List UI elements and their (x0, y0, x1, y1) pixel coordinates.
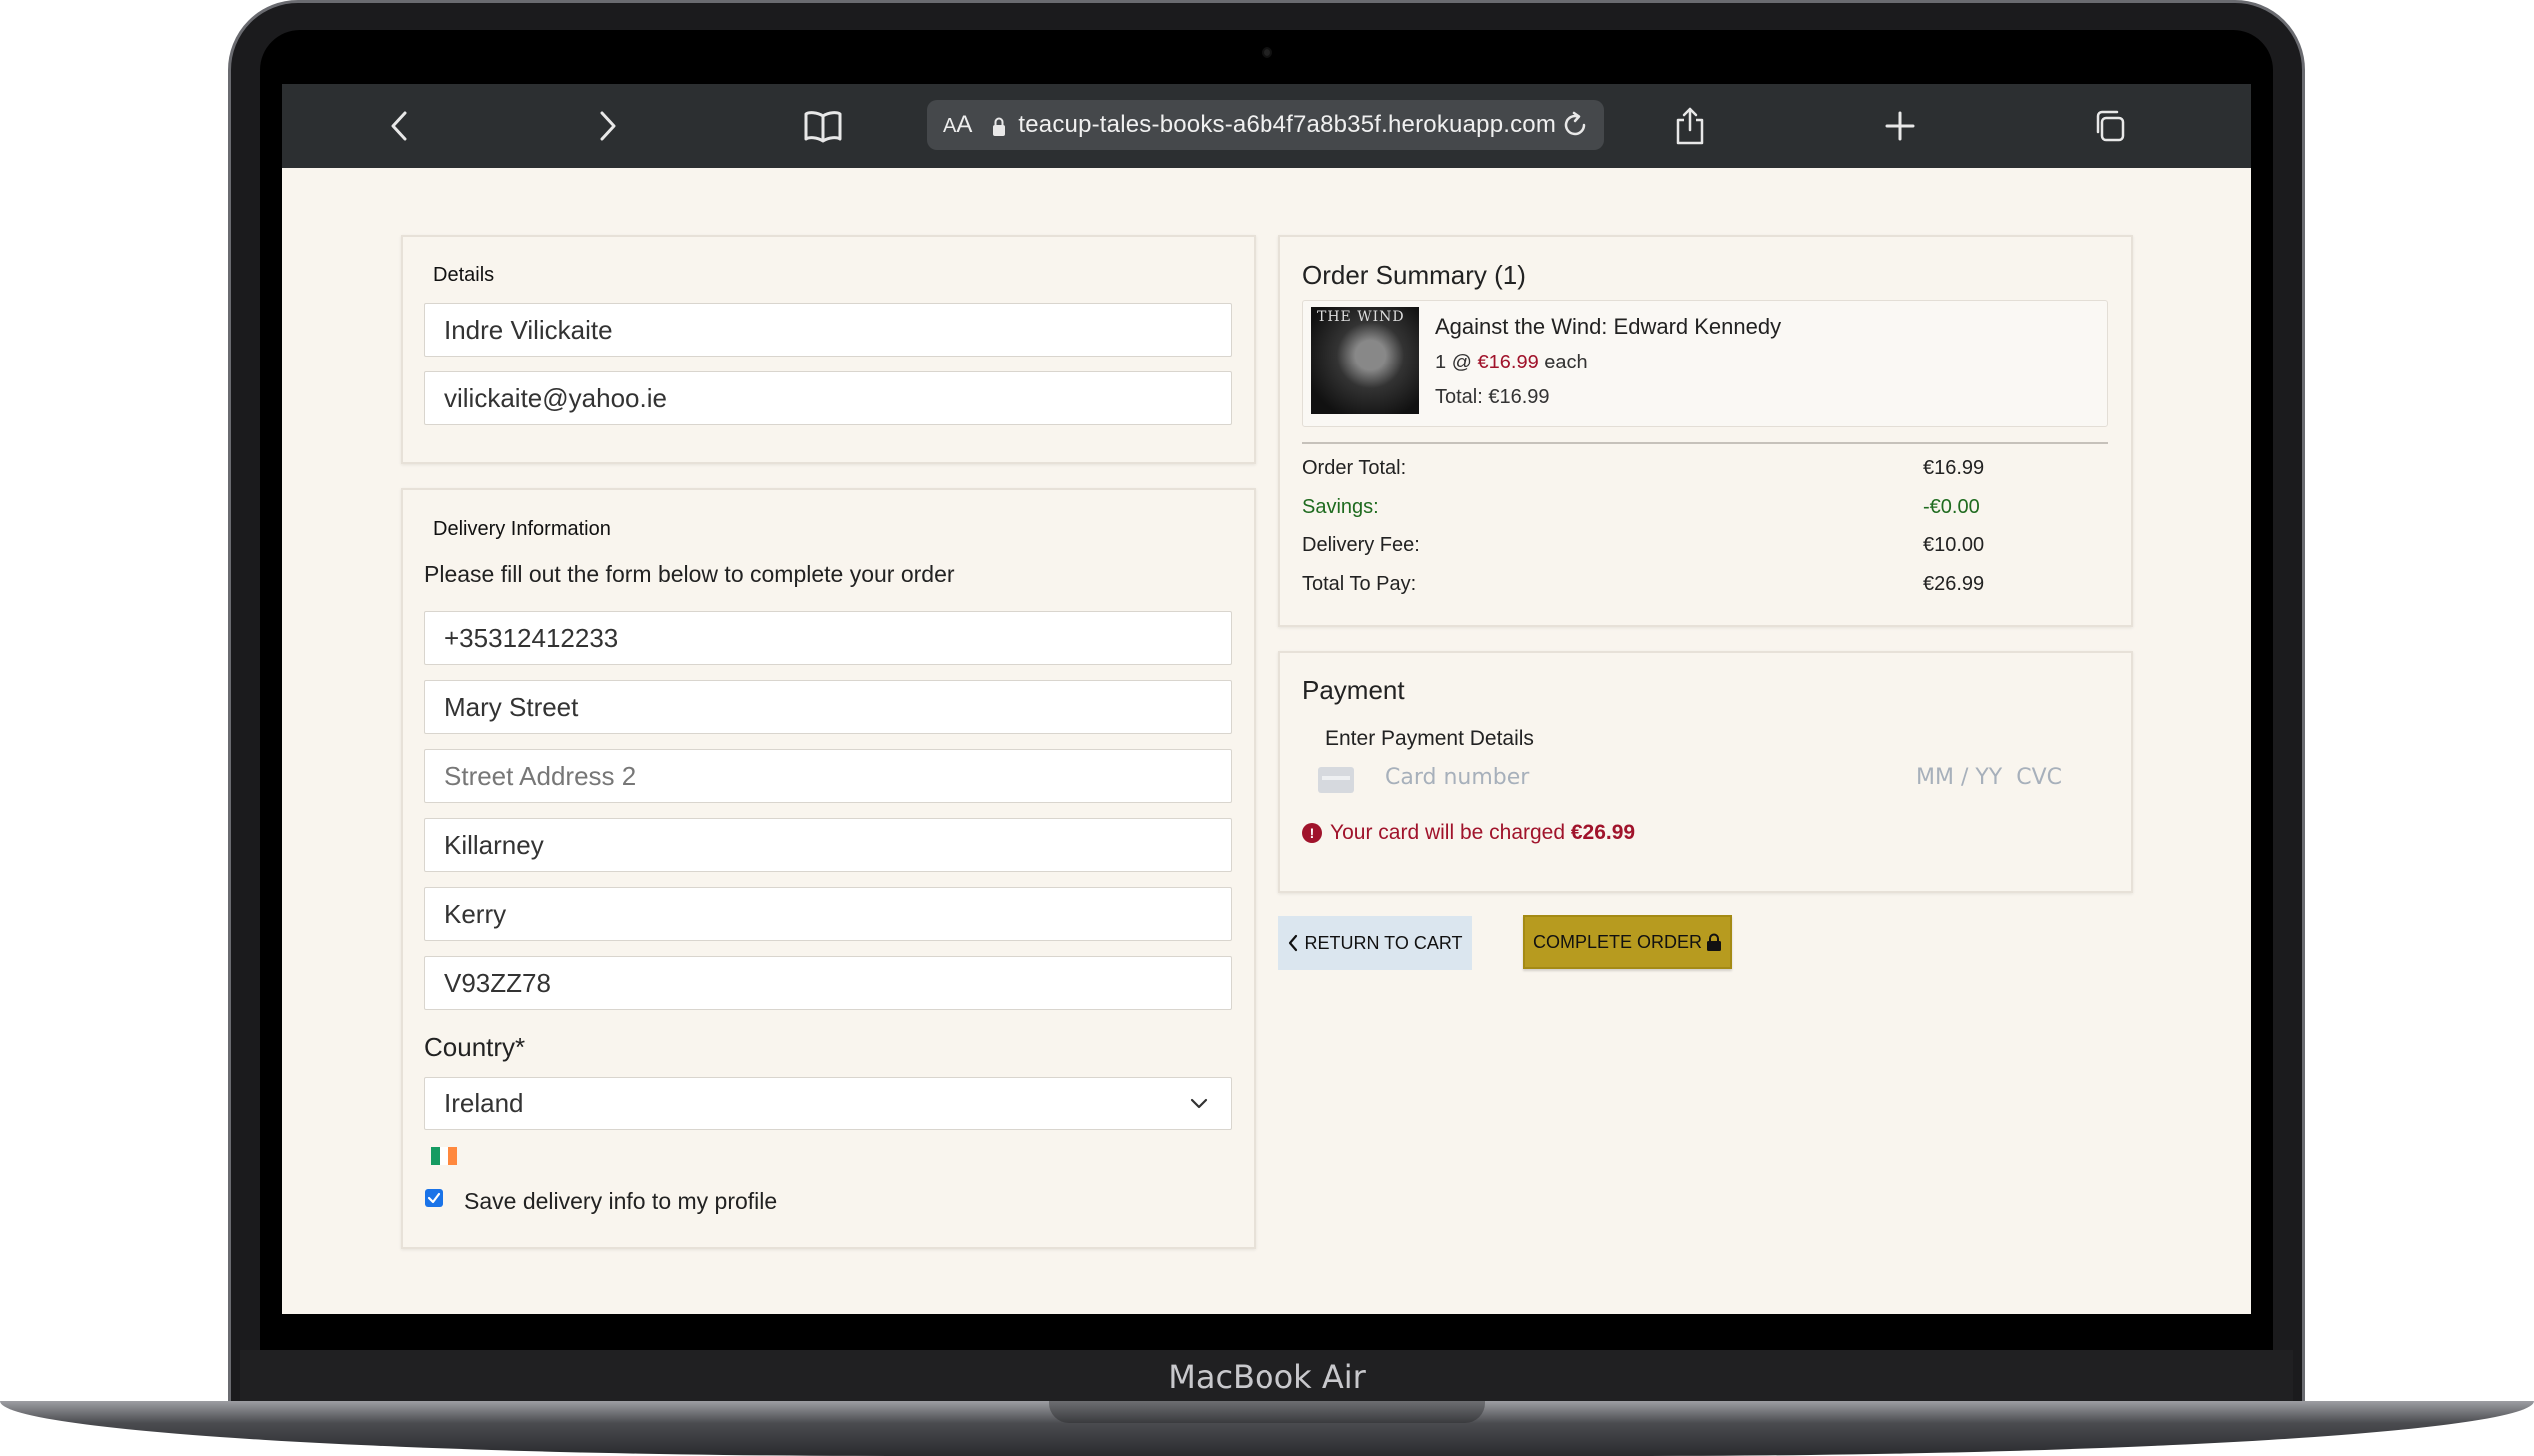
total-to-pay-label: Total To Pay: (1302, 573, 1417, 595)
chevron-left-icon (1289, 934, 1298, 952)
lock-icon (1707, 933, 1722, 951)
country-select-value: Ireland (444, 1088, 524, 1118)
delivery-instructions: Please fill out the form below to comple… (424, 561, 955, 587)
book-cover-image: THE WIND (1311, 307, 1419, 414)
address-bar[interactable]: AA teacup-tales-books-a6b4f7a8b35f.herok… (927, 100, 1604, 150)
aa-big: A (956, 111, 973, 138)
credit-card-icon (1318, 767, 1354, 793)
forward-icon[interactable] (583, 102, 631, 150)
bookmarks-icon[interactable] (799, 102, 847, 150)
complete-order-label: Complete Order (1532, 931, 1703, 952)
reader-aa-icon[interactable]: AA (943, 111, 972, 139)
street-address-1-input[interactable]: Mary Street (424, 680, 1232, 734)
item-total: Total: €16.99 (1435, 386, 1550, 408)
order-summary-title: Order Summary (1) (1302, 260, 1526, 290)
url-text: teacup-tales-books-a6b4f7a8b35f.herokuap… (1018, 111, 1557, 138)
payment-title: Payment (1302, 675, 1405, 705)
alert-icon: ! (1302, 823, 1322, 843)
payment-subtitle: Enter Payment Details (1325, 727, 1534, 750)
item-each: each (1544, 352, 1588, 373)
lock-icon (992, 116, 1006, 136)
device-label: MacBook Air (1168, 1358, 1366, 1396)
country-select[interactable]: Ireland (424, 1077, 1232, 1130)
delivery-fee-value: €10.00 (1923, 534, 1985, 556)
return-to-cart-button[interactable]: Return to Cart (1278, 916, 1472, 970)
browser-toolbar: AA teacup-tales-books-a6b4f7a8b35f.herok… (282, 84, 2251, 168)
charge-amount: €26.99 (1570, 821, 1636, 844)
laptop-notch (1049, 1401, 1485, 1423)
town-input[interactable]: Killarney (424, 818, 1232, 872)
complete-order-button[interactable]: Complete Order (1523, 915, 1732, 969)
expiry-cvc-input[interactable]: MM / YY CVC (1916, 765, 2062, 790)
country-label: Country* (424, 1032, 526, 1062)
save-info-label[interactable]: Save delivery info to my profile (464, 1188, 777, 1215)
item-quantity-line: 1 @ €16.99 each (1435, 352, 1588, 374)
savings-label: Savings: (1302, 496, 1379, 518)
summary-divider (1302, 442, 2108, 444)
street-address-2-input[interactable]: Street Address 2 (424, 749, 1232, 803)
return-to-cart-label: Return to Cart (1304, 932, 1463, 953)
order-total-label: Order Total: (1302, 457, 1407, 479)
email-input[interactable]: vilickaite@yahoo.ie (424, 371, 1232, 425)
county-input[interactable]: Kerry (424, 887, 1232, 941)
laptop-frame: MacBook Air AA teacup-tales-books-a6b4f7… (0, 0, 2534, 1456)
item-quantity: 1 @ (1435, 352, 1472, 373)
tabs-icon[interactable] (2086, 102, 2133, 150)
back-icon[interactable] (376, 102, 423, 150)
reload-icon[interactable] (1556, 106, 1594, 144)
camera-icon (1262, 47, 1272, 58)
chevron-down-icon (1187, 1092, 1211, 1115)
aa-small: A (943, 115, 957, 137)
share-icon[interactable] (1666, 102, 1714, 150)
save-info-checkbox[interactable] (425, 1189, 443, 1207)
card-number-input[interactable]: Card number (1385, 765, 1529, 790)
charge-notice-text: Your card will be charged (1330, 821, 1566, 844)
new-tab-icon[interactable] (1876, 102, 1924, 150)
savings-value: -€0.00 (1923, 496, 1980, 518)
order-summary-card (1278, 235, 2133, 627)
delivery-title: Delivery Information (433, 518, 611, 540)
charge-notice: ! Your card will be charged €26.99 (1302, 821, 1635, 845)
browser-display: AA teacup-tales-books-a6b4f7a8b35f.herok… (282, 84, 2251, 1314)
total-to-pay-value: €26.99 (1923, 573, 1985, 595)
ireland-flag-icon (431, 1147, 458, 1165)
item-name: Against the Wind: Edward Kennedy (1435, 314, 1782, 339)
item-unit-price: €16.99 (1477, 352, 1539, 373)
phone-input[interactable]: +35312412233 (424, 611, 1232, 665)
details-title: Details (433, 264, 495, 286)
postcode-input[interactable]: V93ZZ78 (424, 956, 1232, 1010)
order-total-value: €16.99 (1923, 457, 1985, 479)
full-name-input[interactable]: Indre Vilickaite (424, 303, 1232, 357)
book-cover-title: THE WIND (1317, 309, 1405, 325)
delivery-fee-label: Delivery Fee: (1302, 534, 1420, 556)
